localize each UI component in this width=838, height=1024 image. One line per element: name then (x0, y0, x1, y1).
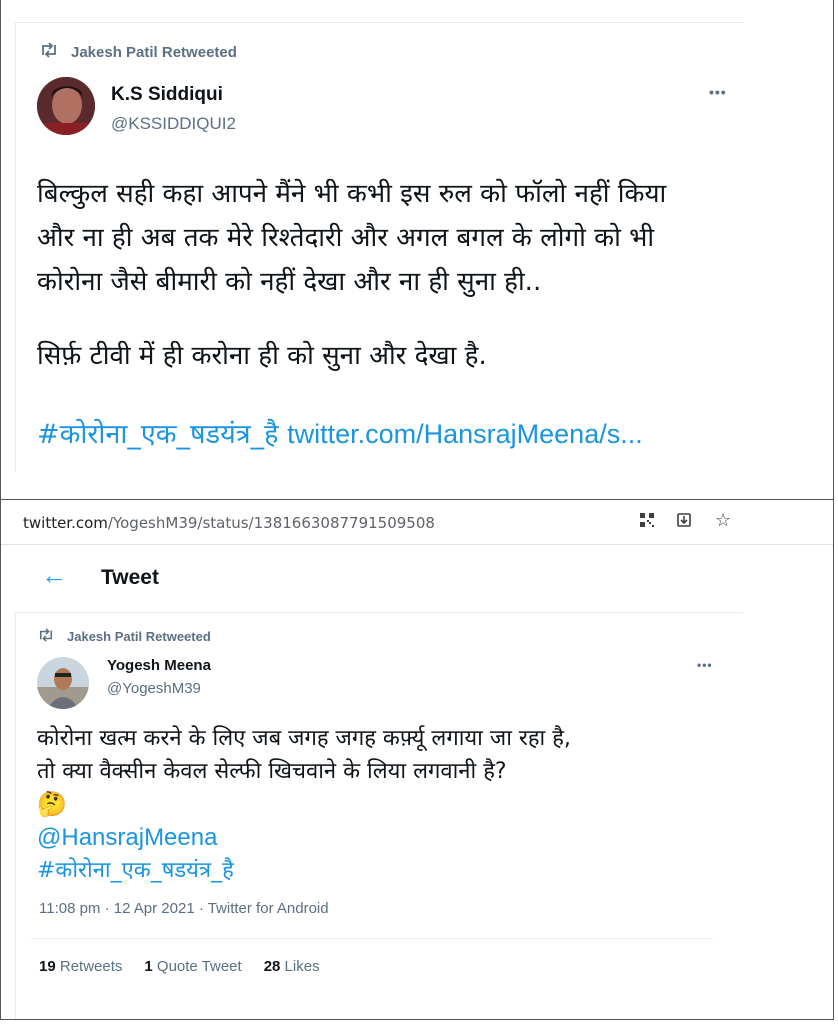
url-domain: twitter.com (23, 514, 108, 532)
browser-screenshot-panel: twitter.com/YogeshM39/status/13816630877… (0, 499, 834, 1020)
bookmark-star-icon[interactable]: ☆ (715, 510, 731, 531)
avatar[interactable] (37, 657, 89, 709)
tweet-stats: 19 Retweets 1 Quote Tweet 28 Likes (39, 958, 320, 975)
avatar-image (37, 77, 95, 135)
quote-tweets-stat[interactable]: 1 Quote Tweet (144, 958, 241, 975)
page-header: ← Tweet (15, 546, 743, 613)
retweet-icon (39, 42, 59, 62)
author-handle[interactable]: @YogeshM39 (107, 680, 201, 697)
page-title: Tweet (101, 566, 159, 589)
author-handle[interactable]: @KSSIDDIQUI2 (111, 114, 236, 134)
tweet-line: बिल्कुल सही कहा आपने मैंने भी कभी इस रुल… (37, 179, 667, 209)
retweet-context[interactable]: Jakesh Patil Retweeted (39, 42, 237, 62)
top-tweet-panel: Jakesh Patil Retweeted K.S Siddiqui @KSS… (0, 0, 834, 500)
tweet-timestamp[interactable]: 11:08 pm · 12 Apr 2021 · Twitter for And… (39, 900, 329, 917)
tweet-line: कोरोना खत्म करने के लिए जब जगह जगह कर्फ़… (37, 726, 571, 751)
likes-stat[interactable]: 28 Likes (264, 958, 320, 975)
author-name[interactable]: Yogesh Meena (107, 657, 211, 674)
timeline-border (15, 612, 16, 1019)
qr-code-icon[interactable] (639, 512, 655, 532)
avatar-image (37, 657, 89, 709)
divider (15, 22, 743, 23)
thinking-face-emoji: 🤔 (37, 790, 67, 818)
tweet-line: और ना ही अब तक मेरे रिश्तेदारी और अगल बग… (37, 223, 655, 253)
tweet-line: सिर्फ़ टीवी में ही करोना ही को सुना और द… (37, 341, 487, 371)
tweet-body: कोरोना खत्म करने के लिए जब जगह जगह कर्फ़… (37, 722, 571, 887)
retweeted-by-label: Jakesh Patil Retweeted (71, 43, 237, 61)
divider (31, 938, 713, 939)
tweet-line: कोरोना जैसे बीमारी को नहीं देखा और ना ही… (37, 267, 542, 297)
retweet-icon (37, 628, 55, 645)
timeline-border (15, 22, 16, 472)
mention-link[interactable]: @HansrajMeena (37, 821, 571, 854)
more-options-icon[interactable]: ••• (709, 84, 727, 100)
retweeted-by-label: Jakesh Patil Retweeted (67, 629, 211, 644)
hashtag-link[interactable]: #कोरोना_एक_षडयंत्र_है (37, 854, 571, 887)
more-options-icon[interactable]: ••• (697, 658, 713, 672)
retweet-context[interactable]: Jakesh Patil Retweeted (37, 628, 211, 645)
tweet-line: तो क्या वैक्सीन केवल सेल्फी खिचवाने के ल… (37, 759, 507, 784)
arrow-left-icon[interactable]: ← (41, 560, 67, 591)
tweet-body: बिल्कुल सही कहा आपने मैंने भी कभी इस रुल… (37, 172, 666, 457)
retweets-stat[interactable]: 19 Retweets (39, 958, 122, 975)
url-path: /YogeshM39/status/1381663087791509508 (107, 514, 435, 532)
url-text[interactable]: twitter.com/YogeshM39/status/13816630877… (23, 514, 435, 532)
avatar[interactable] (37, 77, 95, 135)
install-icon[interactable] (677, 512, 693, 532)
hashtag-link[interactable]: #कोरोना_एक_षडयंत्र_है (37, 419, 279, 450)
browser-address-bar[interactable]: twitter.com/YogeshM39/status/13816630877… (1, 500, 833, 545)
tweet-url-link[interactable]: twitter.com/HansrajMeena/s... (287, 419, 643, 449)
author-name[interactable]: K.S Siddiqui (111, 84, 223, 106)
